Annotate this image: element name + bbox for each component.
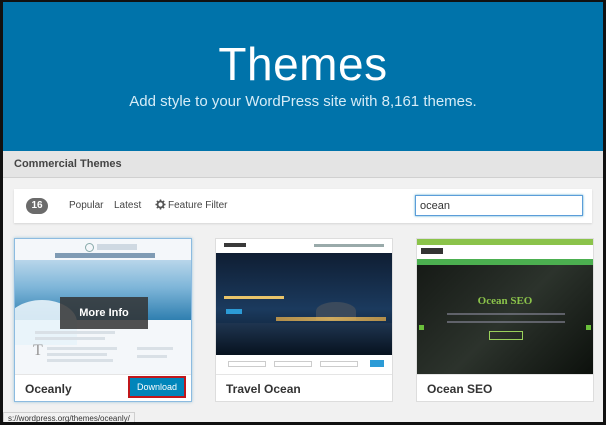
search-input[interactable]: [415, 195, 583, 216]
gear-icon[interactable]: [155, 199, 166, 210]
ocean-seo-logo: [421, 248, 443, 254]
travel-search-form: [216, 355, 392, 375]
theme-name: Oceanly: [25, 382, 72, 396]
theme-screenshot[interactable]: [216, 239, 392, 375]
download-button[interactable]: Download: [128, 376, 186, 398]
filter-bar: 16 Popular Latest Feature Filter: [14, 189, 592, 223]
preview-heading: Ocean SEO: [477, 295, 533, 307]
slider-right-arrow: [586, 325, 591, 330]
latest-link[interactable]: Latest: [114, 200, 141, 211]
theme-count-badge: 16: [26, 198, 48, 214]
section-header: Commercial Themes: [3, 151, 603, 178]
theme-card-ocean-seo[interactable]: Ocean SEO Ocean SEO: [416, 238, 594, 402]
theme-card-oceanly[interactable]: T More Info Oceanly Download: [14, 238, 192, 402]
oceanly-menu: [55, 253, 155, 258]
feature-filter-link[interactable]: Feature Filter: [168, 200, 227, 211]
slider-left-arrow: [419, 325, 424, 330]
oceanly-logo: [85, 243, 94, 252]
status-bar-url: s://wordpress.org/themes/oceanly/: [3, 412, 135, 425]
page-title: Themes: [218, 38, 388, 90]
more-info-button[interactable]: More Info: [60, 297, 148, 329]
travel-ocean-logo: [224, 243, 246, 247]
harbor-night-image: [216, 253, 392, 355]
theme-name: Travel Ocean: [226, 382, 301, 396]
themes-hero: Themes Add style to your WordPress site …: [0, 0, 606, 151]
theme-caption: Ocean SEO: [417, 374, 593, 401]
theme-caption: Travel Ocean: [216, 374, 392, 401]
page-subtitle: Add style to your WordPress site with 8,…: [129, 93, 477, 110]
section-title: Commercial Themes: [14, 158, 122, 170]
theme-screenshot[interactable]: Ocean SEO: [417, 239, 593, 375]
theme-screenshot[interactable]: T More Info: [15, 239, 191, 375]
theme-card-travel-ocean[interactable]: Travel Ocean: [215, 238, 393, 402]
oceanly-site-title: [97, 244, 137, 250]
ocean-seo-hero: Ocean SEO: [417, 265, 593, 375]
theme-name: Ocean SEO: [427, 382, 493, 396]
popular-link[interactable]: Popular: [69, 200, 103, 211]
